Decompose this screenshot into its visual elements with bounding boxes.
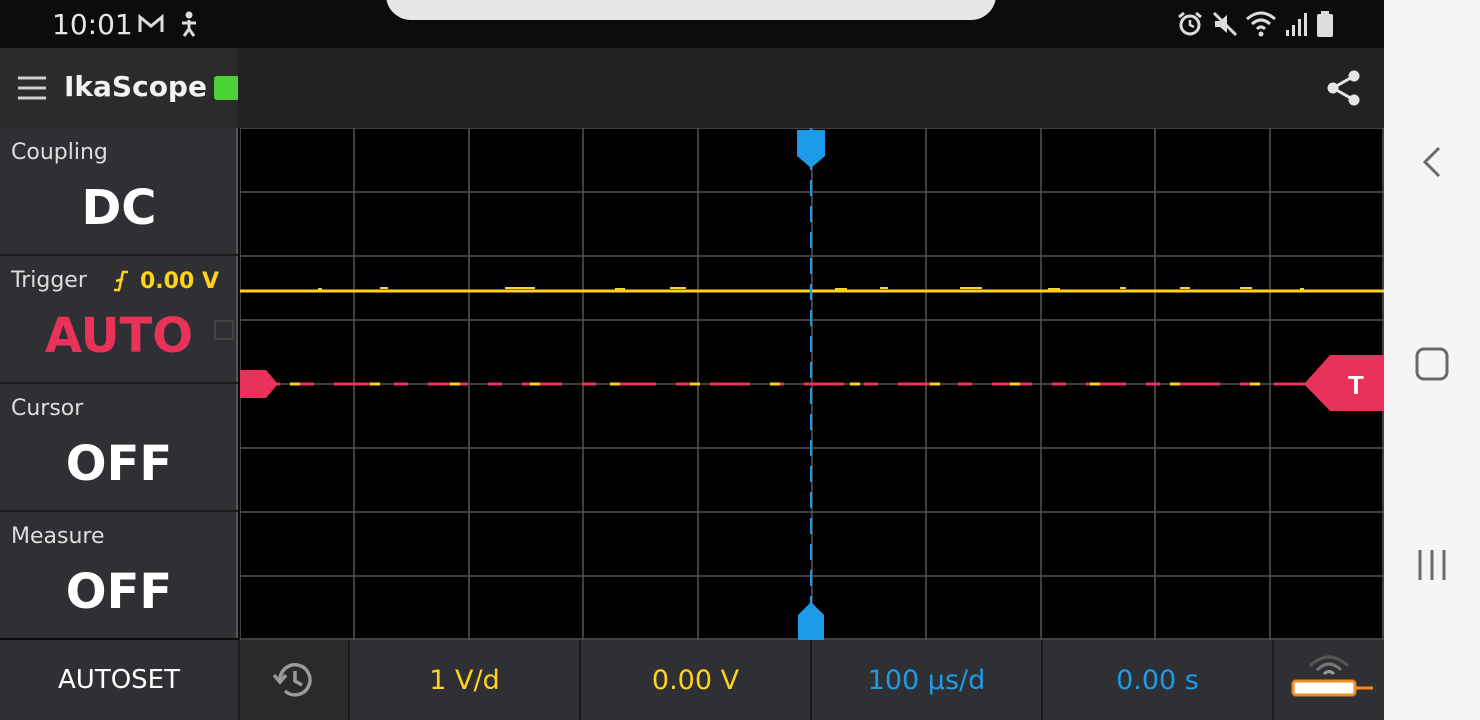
cursor-label: Cursor <box>11 396 84 421</box>
trigger-panel[interactable]: Trigger 0.00 V AUTO <box>0 256 238 382</box>
rising-edge-icon <box>114 270 128 292</box>
signal-icon <box>1286 13 1307 36</box>
volts-per-div-button[interactable]: 1 V/d <box>350 640 581 720</box>
trigger-marker[interactable]: T <box>1304 355 1384 411</box>
header-left: IkaScope <box>0 48 238 128</box>
cursor-value: OFF <box>65 436 173 492</box>
history-button[interactable] <box>240 640 350 720</box>
probe-battery-indicator <box>214 76 238 100</box>
trigger-mode-checkbox[interactable] <box>214 320 234 340</box>
app-title: IkaScope <box>64 70 207 103</box>
recents-icon <box>1418 550 1446 580</box>
coupling-label: Coupling <box>11 140 108 165</box>
time-cursor-bottom-handle[interactable] <box>798 602 824 640</box>
probe-connection-button[interactable] <box>1274 640 1384 720</box>
history-icon <box>272 663 312 697</box>
bottom-toolbar: AUTOSET 1 V/d 0.00 V 100 µs/d 0.00 s <box>0 640 1384 720</box>
probe-wireless-icon <box>1291 655 1373 697</box>
coupling-panel[interactable]: Coupling DC <box>0 128 238 254</box>
status-time: 10:01 <box>52 8 133 41</box>
share-icon[interactable] <box>1324 68 1364 108</box>
trigger-level: 0.00 V <box>140 269 219 294</box>
channel-offset-marker[interactable] <box>240 370 278 398</box>
trigger-label: Trigger <box>11 268 87 293</box>
system-navigation-bar <box>1384 0 1480 720</box>
trigger-marker-label: T <box>1348 370 1364 400</box>
nav-home-button[interactable] <box>1384 346 1480 382</box>
coupling-value: DC <box>81 180 157 236</box>
autoset-button[interactable]: AUTOSET <box>0 640 240 720</box>
wifi-icon <box>1246 11 1276 37</box>
battery-icon <box>1317 11 1333 37</box>
nav-recents-button[interactable] <box>1384 548 1480 582</box>
measure-label: Measure <box>11 524 105 549</box>
nav-back-button[interactable] <box>1384 145 1480 179</box>
time-cursor-top-handle[interactable] <box>797 130 825 168</box>
time-per-div-button[interactable]: 100 µs/d <box>812 640 1043 720</box>
cursor-panel[interactable]: Cursor OFF <box>0 384 238 510</box>
gmail-icon <box>138 13 164 32</box>
mute-icon <box>1212 11 1238 37</box>
status-bar: 10:01 <box>0 0 1384 48</box>
search-pill <box>386 0 996 20</box>
scope-display[interactable]: T <box>240 128 1384 640</box>
accessibility-icon <box>182 11 196 37</box>
alarm-icon <box>1178 11 1202 36</box>
time-offset-button[interactable]: 0.00 s <box>1043 640 1274 720</box>
app-header: IkaScope <box>0 48 1384 128</box>
measure-panel[interactable]: Measure OFF <box>0 512 238 638</box>
hamburger-menu-icon[interactable] <box>16 74 48 102</box>
measure-value: OFF <box>65 564 173 620</box>
voltage-offset-button[interactable]: 0.00 V <box>581 640 812 720</box>
trigger-mode-value: AUTO <box>44 308 194 364</box>
home-icon <box>1415 347 1449 381</box>
back-icon <box>1422 146 1441 178</box>
